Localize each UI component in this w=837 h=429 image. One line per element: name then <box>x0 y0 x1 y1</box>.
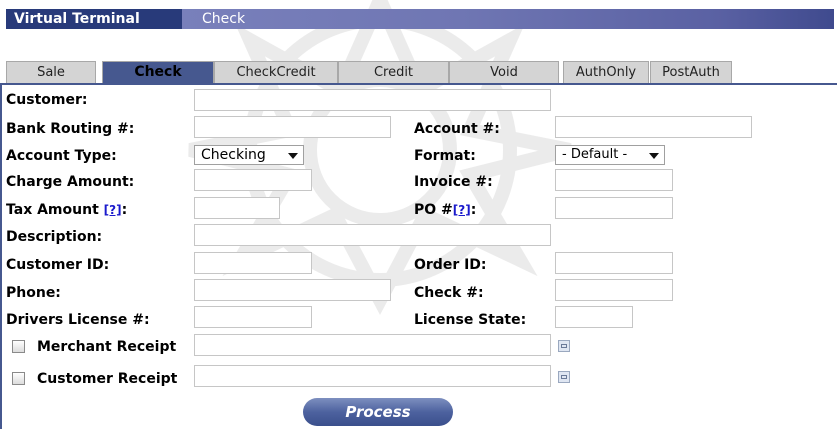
tab-postauth[interactable]: PostAuth <box>650 61 732 83</box>
format-label: Format: <box>414 148 476 164</box>
tax-amount-label-group: Tax Amount [?]: <box>6 201 127 219</box>
chevron-down-icon <box>649 153 659 159</box>
bank-routing-label: Bank Routing #: <box>6 121 135 137</box>
account-type-label: Account Type: <box>6 148 117 164</box>
customer-input[interactable] <box>194 89 551 111</box>
phone-label: Phone: <box>6 285 61 301</box>
check-number-label: Check #: <box>414 285 484 301</box>
tax-amount-colon: : <box>121 202 128 218</box>
form-border <box>0 85 2 429</box>
process-button[interactable]: Process <box>303 398 453 426</box>
tab-checkcredit[interactable]: CheckCredit <box>214 61 338 83</box>
tab-check[interactable]: Check <box>102 61 214 83</box>
description-input[interactable] <box>194 224 551 246</box>
po-label-group: PO #[?]: <box>414 201 476 219</box>
order-id-label: Order ID: <box>414 257 487 273</box>
format-value: - Default - <box>562 147 628 162</box>
app-title: Virtual Terminal <box>6 9 182 29</box>
customer-receipt-checkbox[interactable] <box>12 372 25 385</box>
check-number-input[interactable] <box>555 279 673 301</box>
address-book-icon[interactable] <box>558 371 570 383</box>
customer-id-label: Customer ID: <box>6 257 110 273</box>
tab-authonly[interactable]: AuthOnly <box>563 61 649 83</box>
customer-receipt-input[interactable] <box>194 365 551 387</box>
tax-amount-label: Tax Amount <box>6 202 99 218</box>
customer-label: Customer: <box>6 92 88 108</box>
address-book-icon[interactable] <box>558 340 570 352</box>
account-input[interactable] <box>555 116 752 138</box>
chevron-down-icon <box>288 153 298 159</box>
po-help-link[interactable]: [?] <box>453 203 471 217</box>
description-label: Description: <box>6 229 103 245</box>
bank-routing-input[interactable] <box>194 116 391 138</box>
tab-void[interactable]: Void <box>449 61 559 83</box>
format-select[interactable]: - Default - <box>555 145 665 165</box>
page-subtitle: Check <box>202 11 246 27</box>
invoice-input[interactable] <box>555 169 673 191</box>
title-bar: Virtual Terminal Check <box>6 9 834 29</box>
po-label: PO # <box>414 202 453 218</box>
account-type-value: Checking <box>201 147 266 163</box>
merchant-receipt-input[interactable] <box>194 334 551 356</box>
charge-amount-label: Charge Amount: <box>6 174 135 190</box>
account-type-select[interactable]: Checking <box>194 145 304 165</box>
tab-underline <box>0 83 837 85</box>
drivers-license-input[interactable] <box>194 306 312 328</box>
merchant-receipt-label: Merchant Receipt <box>37 339 177 355</box>
merchant-receipt-checkbox[interactable] <box>12 340 25 353</box>
customer-receipt-label: Customer Receipt <box>37 371 178 387</box>
drivers-license-label: Drivers License #: <box>6 312 150 328</box>
license-state-label: License State: <box>414 312 527 328</box>
account-label: Account #: <box>414 121 500 137</box>
tab-credit[interactable]: Credit <box>338 61 449 83</box>
invoice-label: Invoice #: <box>414 174 493 190</box>
po-input[interactable] <box>555 197 673 219</box>
customer-id-input[interactable] <box>194 252 312 274</box>
tax-amount-input[interactable] <box>194 197 280 219</box>
phone-input[interactable] <box>194 279 391 301</box>
tab-sale[interactable]: Sale <box>6 61 96 83</box>
order-id-input[interactable] <box>555 252 673 274</box>
charge-amount-input[interactable] <box>194 169 312 191</box>
tax-amount-help-link[interactable]: [?] <box>104 203 122 217</box>
po-colon: : <box>470 202 477 218</box>
license-state-input[interactable] <box>555 306 633 328</box>
